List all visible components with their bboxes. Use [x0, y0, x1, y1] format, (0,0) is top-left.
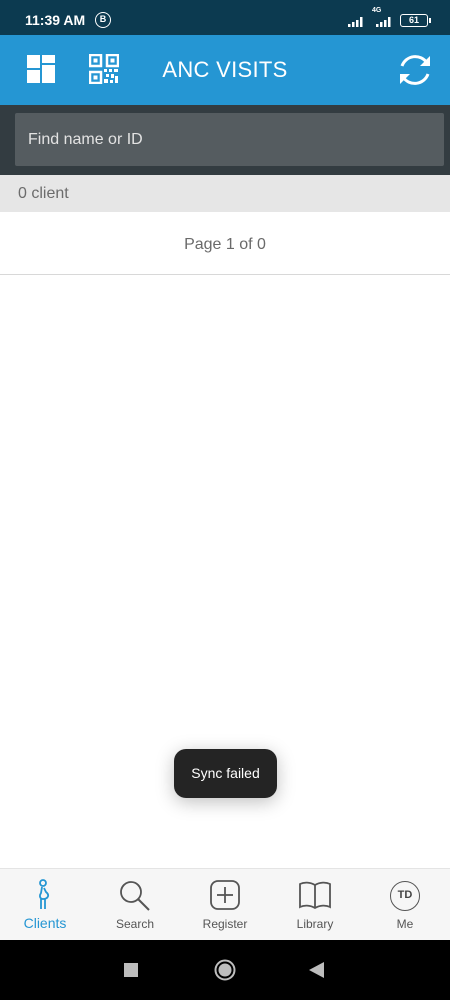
signal-icon: [376, 17, 391, 27]
nav-item-clients[interactable]: Clients: [0, 869, 90, 940]
system-nav-bar: [0, 940, 450, 1000]
pagination-info: Page 1 of 0: [0, 212, 450, 275]
nav-label-library: Library: [296, 917, 334, 931]
signal-4g: 4G: [372, 7, 394, 27]
back-icon[interactable]: [309, 962, 324, 978]
nav-item-me[interactable]: TD Me: [360, 869, 450, 940]
nav-label-register: Register: [202, 917, 248, 931]
battery-level: 61: [408, 15, 419, 25]
status-time: 11:39 AM: [25, 12, 86, 28]
app-toolbar: ANC VISITS: [0, 35, 450, 105]
home-icon[interactable]: [214, 959, 236, 981]
search-bar: [0, 105, 450, 175]
magnifier-icon: [120, 881, 150, 911]
pregnant-woman-icon: [39, 879, 50, 909]
page-title: ANC VISITS: [162, 57, 288, 82]
nav-label-search: Search: [115, 917, 155, 931]
plus-square-icon: [210, 880, 240, 910]
status-indicators: 4G 61: [348, 7, 431, 27]
nav-label-me: Me: [396, 917, 414, 931]
status-bar: 11:39 AM B 4G 61: [0, 0, 450, 35]
nav-item-library[interactable]: Library: [270, 869, 360, 940]
client-count: 0 client: [0, 175, 450, 212]
nav-item-search[interactable]: Search: [90, 869, 180, 940]
avatar-icon: TD: [390, 881, 420, 911]
network-type: 4G: [372, 7, 382, 14]
search-input[interactable]: [15, 113, 444, 166]
nav-item-register[interactable]: Register: [180, 869, 270, 940]
sync-icon[interactable]: [396, 51, 434, 89]
bottom-nav: Clients Search Register Library TD Me: [0, 868, 450, 940]
battery-icon: 61: [400, 14, 431, 27]
recents-icon[interactable]: [124, 963, 138, 977]
nav-label-clients: Clients: [23, 915, 67, 931]
status-b-badge: B: [95, 12, 111, 28]
avatar-initials: TD: [397, 889, 413, 901]
book-icon: [299, 881, 331, 910]
sync-failed-toast: Sync failed: [174, 749, 277, 798]
signal-icon: [348, 17, 363, 27]
